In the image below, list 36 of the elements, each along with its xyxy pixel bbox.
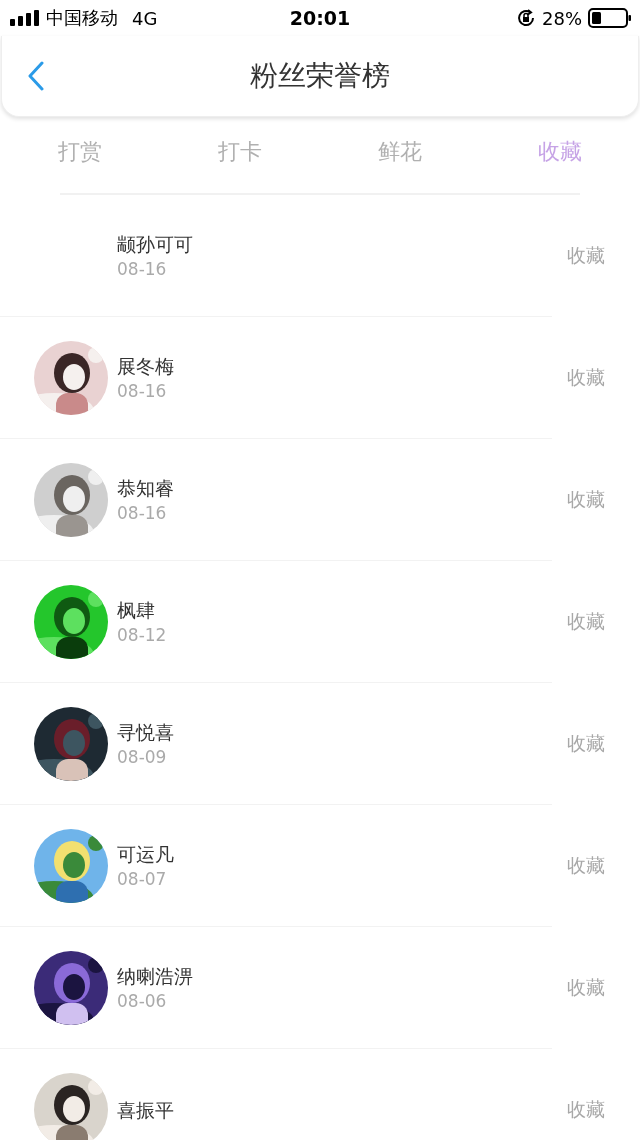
tab[interactable]: 打赏	[0, 137, 160, 167]
carrier-name: 中国移动	[46, 6, 118, 30]
tab[interactable]: 打卡	[160, 137, 320, 167]
date-text: 08-06	[117, 989, 168, 1013]
fan-name: 可运凡	[117, 841, 175, 867]
date-text: 08-07	[117, 867, 168, 891]
battery-icon	[588, 8, 632, 28]
date-text: 08-16	[117, 379, 168, 403]
rotation-lock-icon	[516, 8, 536, 28]
fan-name: 纳喇浩淠	[117, 963, 194, 989]
network-type: 4G	[132, 7, 158, 29]
fan-name: 寻悦喜	[117, 719, 175, 745]
date-text: 08-16	[117, 501, 168, 525]
tab[interactable]: 收藏	[480, 137, 640, 167]
tab[interactable]: 鲜花	[320, 137, 480, 167]
action-label: 收藏	[567, 852, 605, 878]
fan-name: 恭知睿	[117, 475, 175, 501]
action-label: 收藏	[567, 730, 605, 756]
page-title: 粉丝荣誉榜	[250, 58, 390, 94]
action-label: 收藏	[567, 974, 605, 1000]
signal-icon	[10, 10, 40, 26]
fan-name: 展冬梅	[117, 353, 175, 379]
date-text: 08-09	[117, 745, 168, 769]
action-label: 收藏	[567, 1096, 605, 1122]
battery-percent: 28%	[542, 7, 582, 29]
date-text: 08-12	[117, 623, 168, 647]
date-text: 08-16	[117, 257, 168, 281]
back-icon[interactable]	[27, 61, 45, 91]
fan-name: 颛孙可可	[117, 231, 194, 257]
fan-name: 枫肆	[117, 597, 156, 623]
action-label: 收藏	[567, 486, 605, 512]
clock-time: 20:01	[289, 7, 351, 29]
action-label: 收藏	[567, 608, 605, 634]
action-label: 收藏	[567, 242, 605, 268]
action-label: 收藏	[567, 364, 605, 390]
fan-name: 喜振平	[117, 1097, 175, 1123]
